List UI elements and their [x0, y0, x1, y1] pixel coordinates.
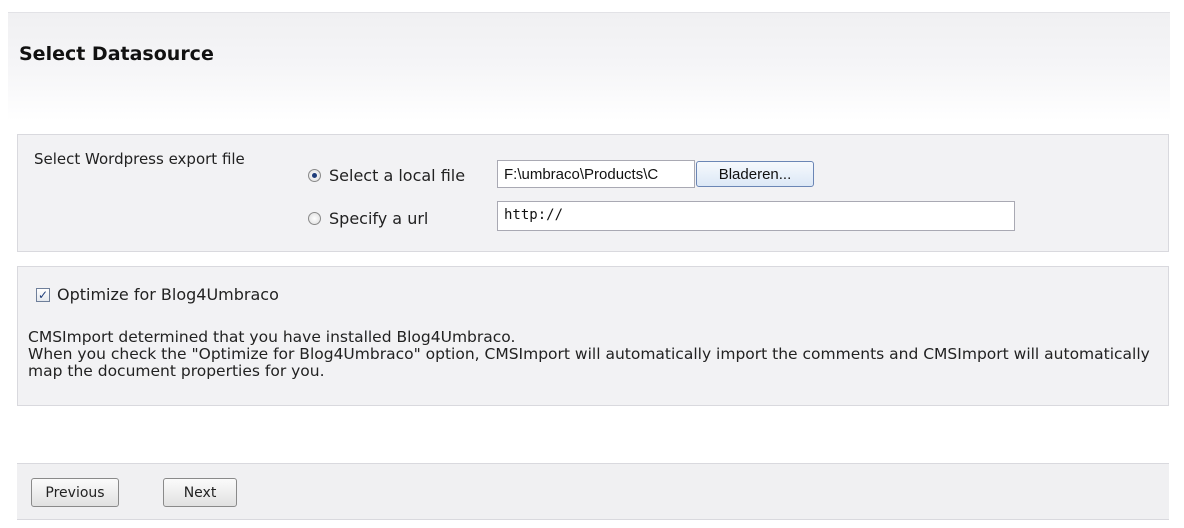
header-bar: Select Datasource: [8, 12, 1170, 121]
previous-button[interactable]: Previous: [31, 478, 119, 507]
browse-button[interactable]: Bladeren...: [696, 161, 814, 187]
optimize-option[interactable]: ✓ Optimize for Blog4Umbraco: [36, 285, 279, 304]
export-file-label: Select Wordpress export file: [34, 150, 245, 168]
datasource-panel: Select Wordpress export file Select a lo…: [17, 134, 1169, 252]
next-button[interactable]: Next: [163, 478, 237, 507]
optimize-checkbox[interactable]: ✓: [36, 287, 50, 302]
local-file-option-label: Select a local file: [329, 166, 466, 185]
url-option[interactable]: Specify a url: [308, 209, 428, 228]
wizard-footer: Previous Next: [17, 463, 1169, 520]
url-option-label: Specify a url: [329, 209, 429, 228]
optimize-panel: ✓ Optimize for Blog4Umbraco CMSImport de…: [17, 266, 1169, 406]
page-title: Select Datasource: [19, 43, 214, 65]
url-radio[interactable]: [308, 212, 321, 225]
optimize-checkbox-label: Optimize for Blog4Umbraco: [57, 285, 279, 304]
local-file-radio[interactable]: [308, 169, 321, 182]
optimize-info-line-2: When you check the "Optimize for Blog4Um…: [28, 345, 1150, 380]
optimize-info-line-1: CMSImport determined that you have insta…: [28, 328, 516, 346]
local-file-input[interactable]: F:\umbraco\Products\C: [497, 160, 695, 188]
local-file-option[interactable]: Select a local file: [308, 166, 465, 185]
url-input[interactable]: http://: [497, 201, 1015, 231]
optimize-info-text: CMSImport determined that you have insta…: [28, 329, 1168, 380]
